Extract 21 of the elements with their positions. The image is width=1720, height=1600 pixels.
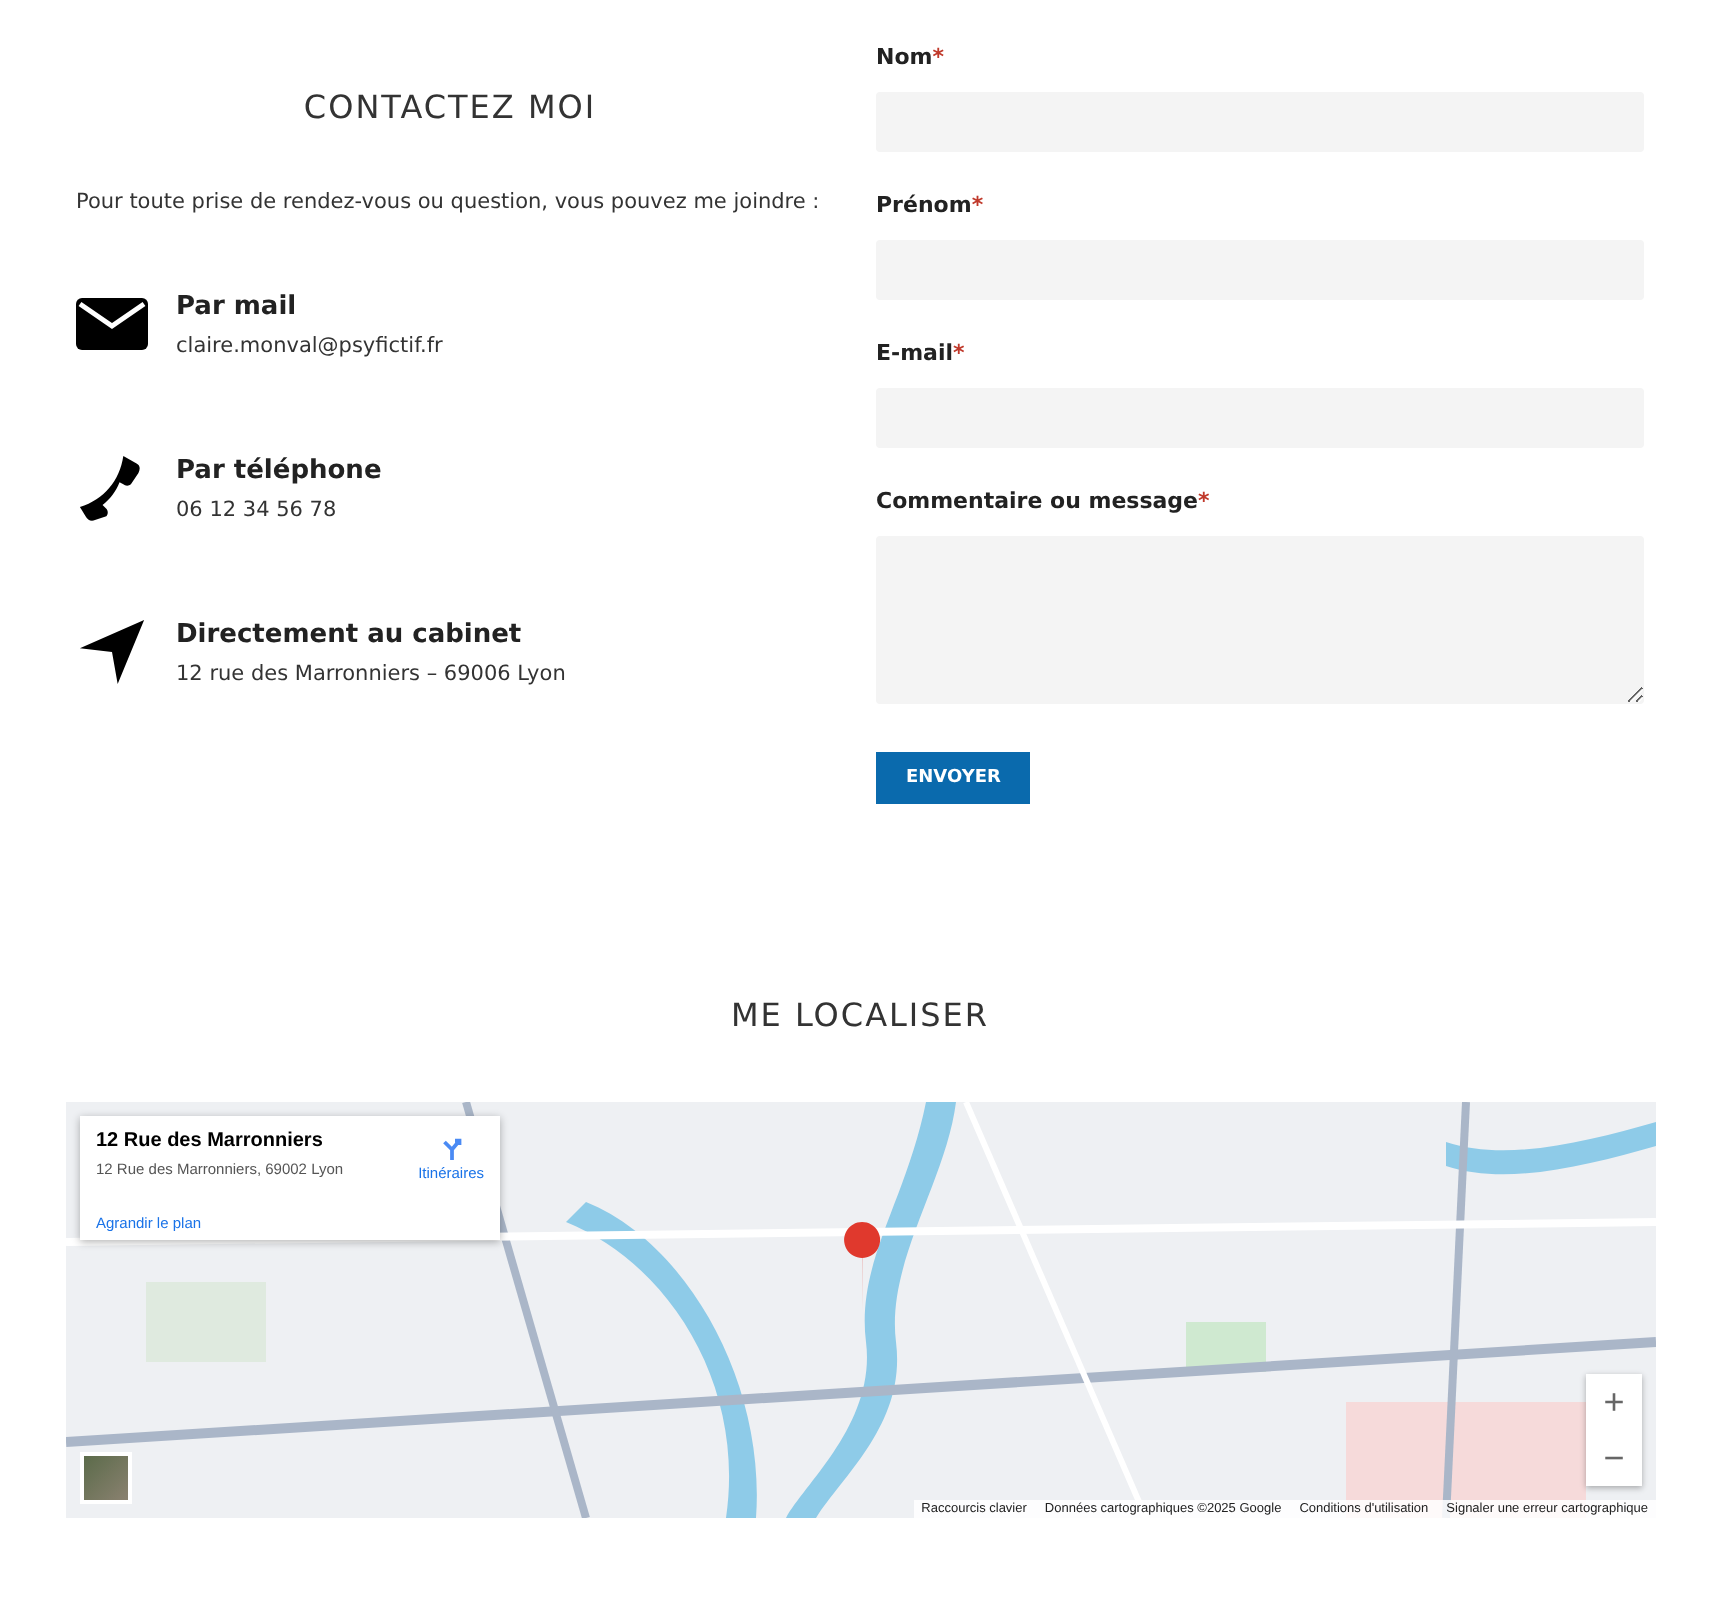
- field-label: Nom*: [876, 44, 946, 70]
- contact-detail: 12 rue des Marronniers – 69006 Lyon: [176, 661, 566, 685]
- contact-detail: 06 12 34 56 78: [176, 497, 339, 521]
- field-label: E-mail*: [876, 340, 967, 366]
- message-field[interactable]: [876, 536, 1644, 704]
- submit-button[interactable]: ENVOYER: [876, 752, 1031, 804]
- section-title: CONTACTEZ MOI: [301, 88, 599, 126]
- contact-method-title: Par mail: [176, 291, 299, 321]
- map-type-toggle[interactable]: [80, 1452, 132, 1504]
- place-name: 12 Rue des Marronniers: [96, 1130, 325, 1152]
- intro-text: Pour toute prise de rendez-vous ou question, vous pouvez me joindre :: [76, 190, 822, 214]
- field-label: Prénom*: [876, 192, 986, 218]
- field-label: Commentaire ou message*: [876, 488, 1212, 514]
- contact-method-title: Directement au cabinet: [176, 619, 524, 649]
- directions-icon: [439, 1136, 464, 1160]
- navigation-arrow-icon: [76, 618, 148, 686]
- contact-method-title: Par téléphone: [176, 455, 382, 485]
- section-title: ME LOCALISER: [728, 996, 992, 1034]
- zoom-in-button[interactable]: +: [1586, 1374, 1642, 1430]
- contact-detail: claire.monval@psyfictif.fr: [176, 333, 443, 357]
- zoom-out-button[interactable]: −: [1586, 1430, 1642, 1486]
